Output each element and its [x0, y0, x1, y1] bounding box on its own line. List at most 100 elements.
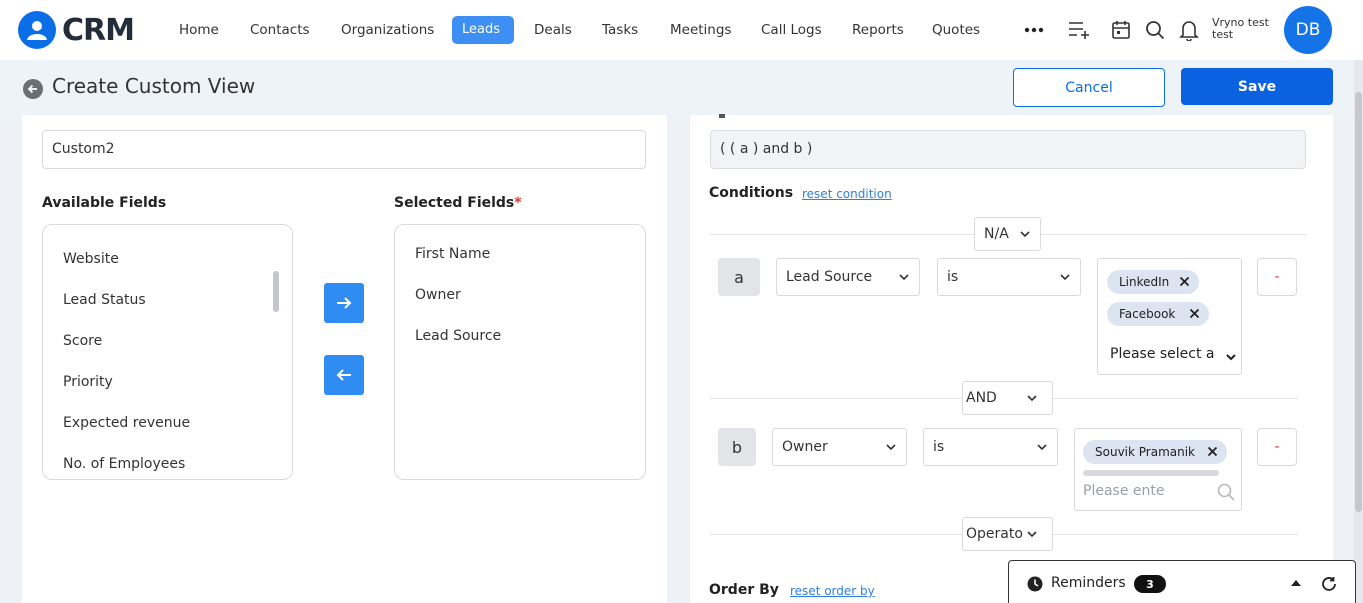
divider	[710, 398, 962, 399]
list-item[interactable]: Website	[63, 251, 119, 267]
chevron-down-icon	[1027, 531, 1037, 538]
add-list-icon[interactable]	[1067, 18, 1091, 42]
page-title: Create Custom View	[52, 74, 256, 98]
chevron-down-icon	[899, 274, 909, 281]
chip-label: LinkedIn	[1119, 275, 1170, 289]
page-scrollbar-thumb[interactable]	[1355, 92, 1362, 512]
view-name-input[interactable]: Custom2	[42, 130, 646, 169]
list-item[interactable]: Priority	[63, 374, 113, 390]
condition-b-operator-value: is	[933, 439, 945, 455]
list-item[interactable]: First Name	[415, 246, 490, 262]
chevron-down-icon	[1226, 354, 1236, 361]
list-item[interactable]: No. of Employees	[63, 456, 185, 472]
more-icon[interactable]	[1022, 18, 1046, 42]
cancel-button[interactable]: Cancel	[1013, 68, 1165, 107]
remove-condition-b-button[interactable]: -	[1257, 428, 1297, 466]
chip-label: Souvik Pramanik	[1095, 445, 1196, 459]
join-operator-value: AND	[966, 390, 997, 406]
divider	[1041, 234, 1307, 235]
bell-icon[interactable]	[1177, 18, 1201, 42]
condition-a-operator-value: is	[947, 269, 959, 285]
nav-contacts[interactable]: Contacts	[238, 16, 322, 44]
nav-tasks[interactable]: Tasks	[590, 16, 650, 44]
condition-a-select-placeholder[interactable]: Please select a	[1110, 346, 1222, 362]
reset-order-by-link[interactable]: reset order by	[790, 584, 875, 598]
condition-a-field-value: Lead Source	[786, 269, 873, 285]
condition-b-operator-select[interactable]: is	[923, 428, 1058, 466]
chip-label: Facebook	[1119, 307, 1176, 321]
crm-logo[interactable]: CRM	[18, 10, 135, 50]
list-item[interactable]: Lead Status	[63, 292, 146, 308]
reminders-panel[interactable]: Reminders 3	[1008, 560, 1356, 603]
owner-search-input[interactable]: Please ente	[1083, 483, 1164, 499]
available-list-scrollbar[interactable]	[273, 271, 279, 312]
bottom-operator-value: Operato	[966, 526, 1023, 542]
user-logo-icon	[18, 11, 56, 49]
value-chip-linkedin: LinkedIn	[1107, 270, 1199, 294]
nav-meetings[interactable]: Meetings	[658, 16, 743, 44]
condition-b-field-select[interactable]: Owner	[772, 428, 907, 466]
user-name[interactable]: Vryno test test	[1212, 17, 1269, 41]
nav-reports[interactable]: Reports	[840, 16, 916, 44]
remove-chip-icon[interactable]	[1207, 446, 1218, 457]
reset-condition-link[interactable]: reset condition	[802, 187, 892, 201]
nav-quotes[interactable]: Quotes	[920, 16, 992, 44]
divider	[1053, 398, 1298, 399]
top-navbar: CRM Home Contacts Organizations Leads De…	[0, 0, 1363, 60]
avatar[interactable]: DB	[1284, 6, 1332, 54]
condition-expression-field[interactable]: ( ( a ) and b )	[710, 130, 1306, 169]
selected-fields-label: Selected Fields*	[394, 195, 522, 211]
remove-condition-a-button[interactable]: -	[1257, 258, 1297, 296]
chevron-down-icon	[1037, 444, 1047, 451]
chevron-down-icon	[1027, 395, 1037, 402]
list-item[interactable]: Score	[63, 333, 102, 349]
condition-a-operator-select[interactable]: is	[937, 258, 1081, 296]
move-left-button[interactable]	[324, 355, 364, 395]
available-fields-label: Available Fields	[42, 195, 167, 211]
available-fields-list[interactable]: Website Lead Status Score Priority Expec…	[42, 224, 293, 480]
bottom-operator-select[interactable]: Operato	[962, 517, 1053, 551]
top-operator-select[interactable]: N/A	[974, 217, 1041, 251]
nav-call-logs[interactable]: Call Logs	[749, 16, 834, 44]
value-chip-owner: Souvik Pramanik	[1083, 440, 1227, 464]
calendar-icon[interactable]	[1109, 18, 1133, 42]
save-button[interactable]: Save	[1181, 68, 1333, 105]
condition-a-letter: a	[718, 258, 760, 296]
list-item[interactable]: Expected revenue	[63, 415, 190, 431]
chevron-down-icon	[886, 444, 896, 451]
remove-chip-icon[interactable]	[1179, 276, 1190, 287]
search-icon	[1217, 483, 1235, 501]
chevron-down-icon	[1060, 274, 1070, 281]
move-right-button[interactable]	[324, 283, 364, 323]
arrow-left-icon	[336, 369, 351, 381]
condition-a-field-select[interactable]: Lead Source	[776, 258, 920, 296]
nav-home[interactable]: Home	[167, 16, 231, 44]
nav-deals[interactable]: Deals	[522, 16, 584, 44]
condition-b-value-lookup[interactable]: Souvik Pramanik Please ente	[1074, 428, 1242, 511]
search-icon[interactable]	[1143, 18, 1167, 42]
back-arrow-icon[interactable]	[23, 79, 43, 99]
order-by-label: Order By	[709, 582, 779, 598]
nav-leads[interactable]: Leads	[452, 16, 514, 44]
top-operator-value: N/A	[984, 226, 1009, 242]
nav-organizations[interactable]: Organizations	[329, 16, 446, 44]
remove-chip-icon[interactable]	[1189, 308, 1200, 319]
join-operator-select[interactable]: AND	[962, 381, 1053, 415]
list-item[interactable]: Lead Source	[415, 328, 501, 344]
value-chip-facebook: Facebook	[1107, 302, 1209, 326]
cropped-label-fragment	[719, 114, 725, 118]
chevron-down-icon	[1020, 231, 1030, 238]
divider	[710, 234, 974, 235]
reminders-count-badge: 3	[1134, 575, 1166, 593]
condition-a-value-multiselect[interactable]: LinkedIn Facebook Please select a	[1097, 258, 1242, 375]
selected-fields-list[interactable]: First Name Owner Lead Source	[394, 224, 646, 480]
chip-scrollbar[interactable]	[1083, 470, 1219, 476]
conditions-label: Conditions	[709, 185, 794, 201]
caret-up-icon[interactable]	[1290, 578, 1302, 588]
selected-fields-label-text: Selected Fields	[394, 195, 515, 211]
refresh-icon[interactable]	[1321, 576, 1337, 592]
list-item[interactable]: Owner	[415, 287, 461, 303]
condition-b-letter: b	[718, 428, 756, 466]
condition-b-field-value: Owner	[782, 439, 828, 455]
clock-icon	[1027, 576, 1043, 592]
